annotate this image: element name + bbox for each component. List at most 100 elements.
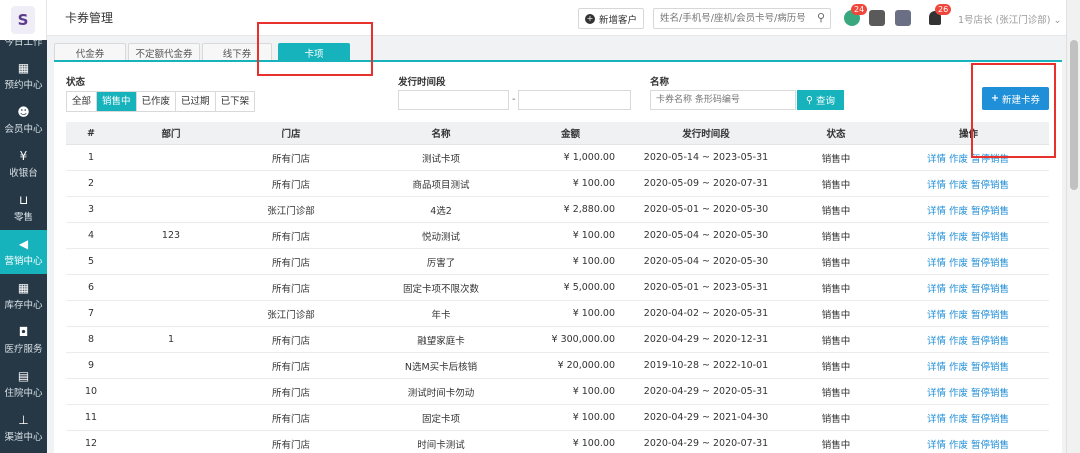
- status-expired-button[interactable]: 已过期: [176, 92, 216, 111]
- pause-sale-link[interactable]: 暂停销售: [971, 440, 1009, 451]
- app-root: S 今日工作 ▦ 预约中心 ☻ 会员中心 ¥ 收银台 ⊔ 零售 ◀ 营销中心 ▦ 库存中心 ◘ 医疗服务 ▤…: [0, 0, 1080, 453]
- cell-store: 所有门店: [271, 257, 310, 269]
- pause-sale-link[interactable]: 暂停销售: [971, 232, 1009, 243]
- status-all-button[interactable]: 全部: [67, 92, 98, 111]
- void-link[interactable]: 作废: [949, 440, 968, 451]
- sidebar-item-2[interactable]: ¥ 收银台: [0, 142, 47, 186]
- void-link[interactable]: 作废: [949, 180, 968, 191]
- pause-sale-link[interactable]: 暂停销售: [971, 310, 1009, 321]
- sidebar-item-today[interactable]: 今日工作: [0, 40, 47, 54]
- sidebar-item-4[interactable]: ◀ 营销中心: [0, 230, 47, 274]
- cell-index: 6: [87, 282, 95, 293]
- table-row: 11 所有门店 固定卡项 ¥ 100.00 2020-04-29 ~ 2021-04-3…: [66, 405, 1049, 431]
- user-label: 1号店长 (张江门诊部): [958, 15, 1051, 26]
- void-link[interactable]: 作废: [949, 284, 968, 295]
- cell-store: 张江门诊部: [267, 205, 315, 217]
- megaphone-icon: ◀: [18, 237, 29, 251]
- void-link[interactable]: 作废: [949, 206, 968, 217]
- pause-sale-link[interactable]: 暂停销售: [971, 284, 1009, 295]
- cell-status: 销售中: [821, 309, 851, 321]
- team-icon[interactable]: [895, 10, 911, 26]
- pause-sale-link[interactable]: 暂停销售: [971, 180, 1009, 191]
- details-link[interactable]: 详情: [927, 258, 946, 269]
- sidebar-item-1[interactable]: ☻ 会员中心: [0, 98, 47, 142]
- sidebar-item-3[interactable]: ⊔ 零售: [0, 186, 47, 230]
- pause-sale-link[interactable]: 暂停销售: [971, 206, 1009, 217]
- search-icon[interactable]: ⚲: [817, 11, 825, 24]
- sidebar-item-8[interactable]: ⊥ 渠道中心: [0, 406, 47, 450]
- details-link[interactable]: 详情: [927, 154, 946, 165]
- table-header: # 部门 门店 名称 金额 发行时间段 状态 操作: [66, 122, 1049, 145]
- void-link[interactable]: 作废: [949, 258, 968, 269]
- cell-period: 2019-10-28 ~ 2022-10-01: [643, 360, 769, 371]
- status-on-sale-button[interactable]: 销售中: [97, 92, 137, 111]
- cell-index: 7: [87, 308, 95, 319]
- pause-sale-link[interactable]: 暂停销售: [971, 258, 1009, 269]
- new-customer-button[interactable]: + 新增客户: [578, 8, 644, 29]
- cell-period: 2020-04-29 ~ 2020-05-31: [643, 386, 769, 397]
- cell-amount: ¥ 100.00: [572, 386, 615, 397]
- cell-status: 销售中: [821, 361, 851, 373]
- cell-store: 所有门店: [271, 387, 310, 399]
- details-link[interactable]: 详情: [927, 440, 946, 451]
- logo[interactable]: S: [0, 0, 47, 40]
- sidebar-item-7[interactable]: ▤ 住院中心: [0, 362, 47, 406]
- page-scrollbar[interactable]: [1066, 0, 1080, 453]
- pause-sale-link[interactable]: 暂停销售: [971, 414, 1009, 425]
- sidebar-item-label: 渠道中心: [4, 432, 43, 443]
- cell-status: 销售中: [821, 231, 851, 243]
- details-link[interactable]: 详情: [927, 206, 946, 217]
- status-voided-button[interactable]: 已作废: [136, 92, 177, 111]
- void-link[interactable]: 作废: [949, 362, 968, 373]
- details-link[interactable]: 详情: [927, 180, 946, 191]
- void-link[interactable]: 作废: [949, 232, 968, 243]
- details-link[interactable]: 详情: [927, 414, 946, 425]
- table-row: 6 所有门店 固定卡项不限次数 ¥ 5,000.00 2020-05-01 ~ 2023…: [66, 275, 1049, 301]
- period-start-input[interactable]: [398, 90, 509, 110]
- cell-name: 测试卡项: [421, 153, 460, 165]
- pause-sale-link[interactable]: 暂停销售: [971, 388, 1009, 399]
- cell-period: 2020-04-29 ~ 2021-04-30: [643, 412, 769, 423]
- tab-variable-voucher[interactable]: 不定额代金券: [128, 43, 200, 61]
- cell-index: 9: [87, 360, 95, 371]
- void-link[interactable]: 作废: [949, 414, 968, 425]
- void-link[interactable]: 作废: [949, 154, 968, 165]
- cell-period: 2020-04-02 ~ 2020-05-31: [643, 308, 769, 319]
- table-row: 8 1 所有门店 融望家庭卡 ¥ 300,000.00 2020-04-29 ~ 2020…: [66, 327, 1049, 353]
- sidebar-item-label: 会员中心: [4, 124, 43, 135]
- global-search-input[interactable]: [653, 8, 831, 29]
- status-delisted-button[interactable]: 已下架: [215, 92, 255, 111]
- page-title: 卡券管理: [65, 11, 114, 25]
- void-link[interactable]: 作废: [949, 336, 968, 347]
- query-label: 查询: [815, 96, 835, 107]
- details-link[interactable]: 详情: [927, 310, 946, 321]
- cell-status: 销售中: [821, 439, 851, 451]
- sidebar-item-5[interactable]: ▦ 库存中心: [0, 274, 47, 318]
- card-table: # 部门 门店 名称 金额 发行时间段 状态 操作 1 所有门店 测试卡项 ¥ 1,0…: [66, 122, 1049, 453]
- details-link[interactable]: 详情: [927, 284, 946, 295]
- details-link[interactable]: 详情: [927, 362, 946, 373]
- cell-amount: ¥ 100.00: [572, 412, 615, 423]
- pause-sale-link[interactable]: 暂停销售: [971, 362, 1009, 373]
- user-menu[interactable]: 1号店长 (张江门诊部) ⌄: [958, 12, 1061, 26]
- table-body: 1 所有门店 测试卡项 ¥ 1,000.00 2020-05-14 ~ 2023-05-…: [66, 145, 1049, 453]
- details-link[interactable]: 详情: [927, 336, 946, 347]
- period-end-input[interactable]: [518, 90, 631, 110]
- query-button[interactable]: ⚲ 查询: [797, 90, 844, 110]
- sidebar-item-0[interactable]: ▦ 预约中心: [0, 54, 47, 98]
- printer-icon[interactable]: [869, 10, 885, 26]
- scrollbar-thumb[interactable]: [1070, 40, 1078, 190]
- pause-sale-link[interactable]: 暂停销售: [971, 336, 1009, 347]
- cell-status: 销售中: [821, 153, 851, 165]
- void-link[interactable]: 作废: [949, 310, 968, 321]
- cell-actions: 详情 作废 暂停销售: [881, 411, 1049, 425]
- name-search-input[interactable]: [650, 90, 796, 110]
- table-row: 7 张江门诊部 年卡 ¥ 100.00 2020-04-02 ~ 2020-05-31 销…: [66, 301, 1049, 327]
- tab-voucher[interactable]: 代金券: [54, 43, 126, 61]
- void-link[interactable]: 作废: [949, 388, 968, 399]
- cell-store: 所有门店: [271, 335, 310, 347]
- details-link[interactable]: 详情: [927, 388, 946, 399]
- details-link[interactable]: 详情: [927, 232, 946, 243]
- cell-amount: ¥ 100.00: [572, 438, 615, 449]
- sidebar-item-6[interactable]: ◘ 医疗服务: [0, 318, 47, 362]
